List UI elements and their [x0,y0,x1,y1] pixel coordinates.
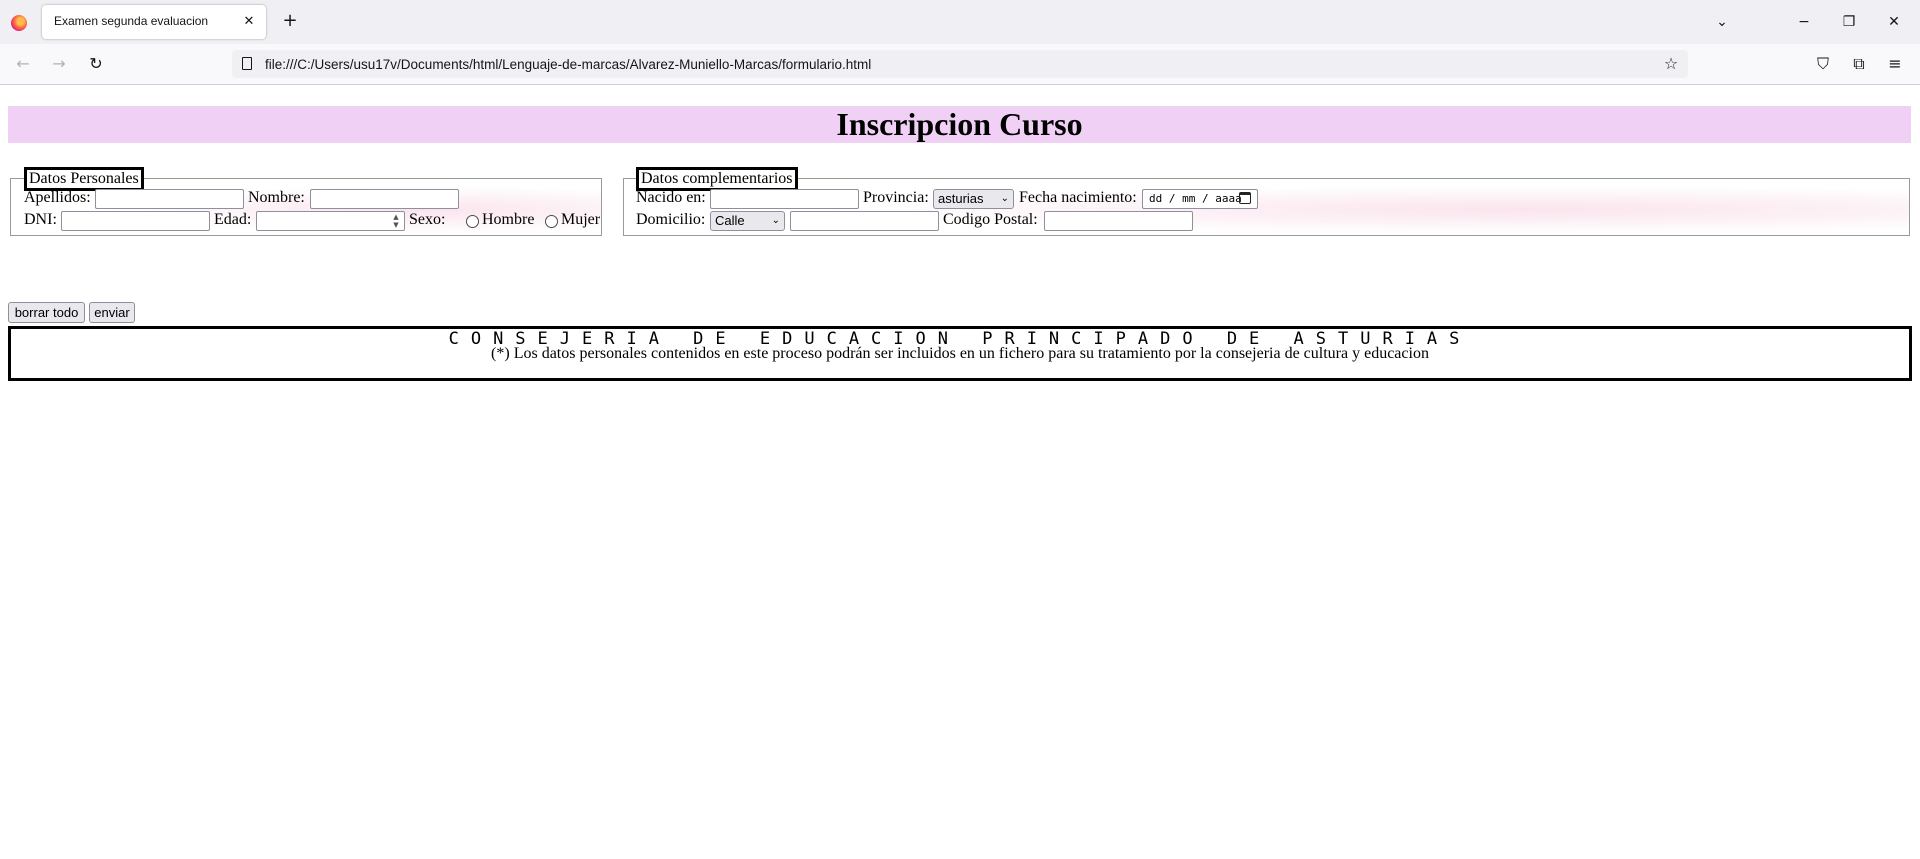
forward-arrow-icon[interactable]: → [48,53,70,75]
footer-text: CONSEJERIA DE EDUCACION PRINCIPADO DE AS… [448,329,1472,349]
codigo-postal-input[interactable] [1044,211,1193,231]
minimize-icon[interactable]: − [1792,10,1816,34]
codigo-postal-label: Codigo Postal: [943,211,1038,228]
dni-label: DNI: [24,211,57,228]
fieldset-datos-complementarios: Datos complementarios Nacido en: Provinc… [623,167,1910,236]
menu-hamburger-icon[interactable]: ≡ [1884,53,1906,75]
page-content: Inscripcion Curso Datos Personales Apell… [0,85,1920,859]
close-icon[interactable]: ✕ [240,13,258,31]
apellidos-label: Apellidos: [24,189,91,206]
chevron-down-icon: ⌄ [1000,193,1009,204]
domicilio-type-value: Calle [715,213,745,228]
hombre-label: Hombre [482,211,535,228]
fecha-label: Fecha nacimiento: [1019,189,1137,206]
provincia-label: Provincia: [863,189,929,206]
reload-icon[interactable]: ↻ [85,53,107,75]
provincia-select[interactable]: asturias ⌄ [933,189,1014,209]
bookmark-star-icon[interactable]: ☆ [1660,53,1682,75]
firefox-logo-icon[interactable] [11,15,27,31]
edad-label: Edad: [214,211,252,228]
submit-button[interactable]: enviar [89,302,135,323]
nombre-label: Nombre: [248,189,305,206]
pocket-icon[interactable]: ⛉ [1812,53,1834,75]
nombre-input[interactable] [310,189,459,209]
domicilio-label: Domicilio: [636,211,706,228]
browser-titlebar: Examen segunda evaluacion ✕ + ⌄ − ❐ ✕ [0,0,1920,44]
list-all-tabs-chevron-icon[interactable]: ⌄ [1710,10,1734,34]
window-close-icon[interactable]: ✕ [1882,10,1906,34]
fecha-date-input[interactable]: dd / mm / aaaa [1142,189,1258,209]
fecha-placeholder: dd / mm / aaaa [1149,192,1242,205]
url-bar[interactable]: file:///C:/Users/usu17v/Documents/html/L… [232,50,1688,78]
nacido-input[interactable] [710,189,859,209]
tab-active[interactable]: Examen segunda evaluacion ✕ [42,5,266,39]
page-title: Inscripcion Curso [8,106,1911,143]
calendar-icon[interactable] [1239,192,1251,204]
url-text[interactable]: file:///C:/Users/usu17v/Documents/html/L… [265,57,871,72]
apellidos-input[interactable] [95,189,244,209]
page-icon [242,57,252,70]
domicilio-input[interactable] [790,211,939,231]
mujer-radio[interactable] [545,215,558,228]
new-tab-plus-icon[interactable]: + [280,11,300,31]
reset-button[interactable]: borrar todo [8,302,85,323]
domicilio-type-select[interactable]: Calle ⌄ [710,211,785,231]
back-arrow-icon[interactable]: ← [12,53,34,75]
provincia-selected-value: asturias [938,191,984,206]
sexo-label: Sexo: [409,211,446,228]
hombre-radio[interactable] [466,215,479,228]
dni-input[interactable] [61,211,210,231]
mujer-label: Mujer [561,211,601,228]
extensions-puzzle-icon[interactable]: ⧉ [1848,53,1870,75]
browser-navbar: ← → ↻ file:///C:/Users/usu17v/Documents/… [0,44,1920,85]
tab-title: Examen segunda evaluacion [54,14,209,28]
chevron-down-icon: ⌄ [771,215,780,226]
spinner-arrows-icon[interactable]: ▲ ▼ [389,213,403,229]
edad-number-input[interactable]: ▲ ▼ [256,211,405,231]
fieldset-datos-personales: Datos Personales Apellidos: Nombre: DNI:… [10,167,602,236]
nacido-label: Nacido en: [636,189,706,206]
restore-icon[interactable]: ❐ [1837,10,1861,34]
